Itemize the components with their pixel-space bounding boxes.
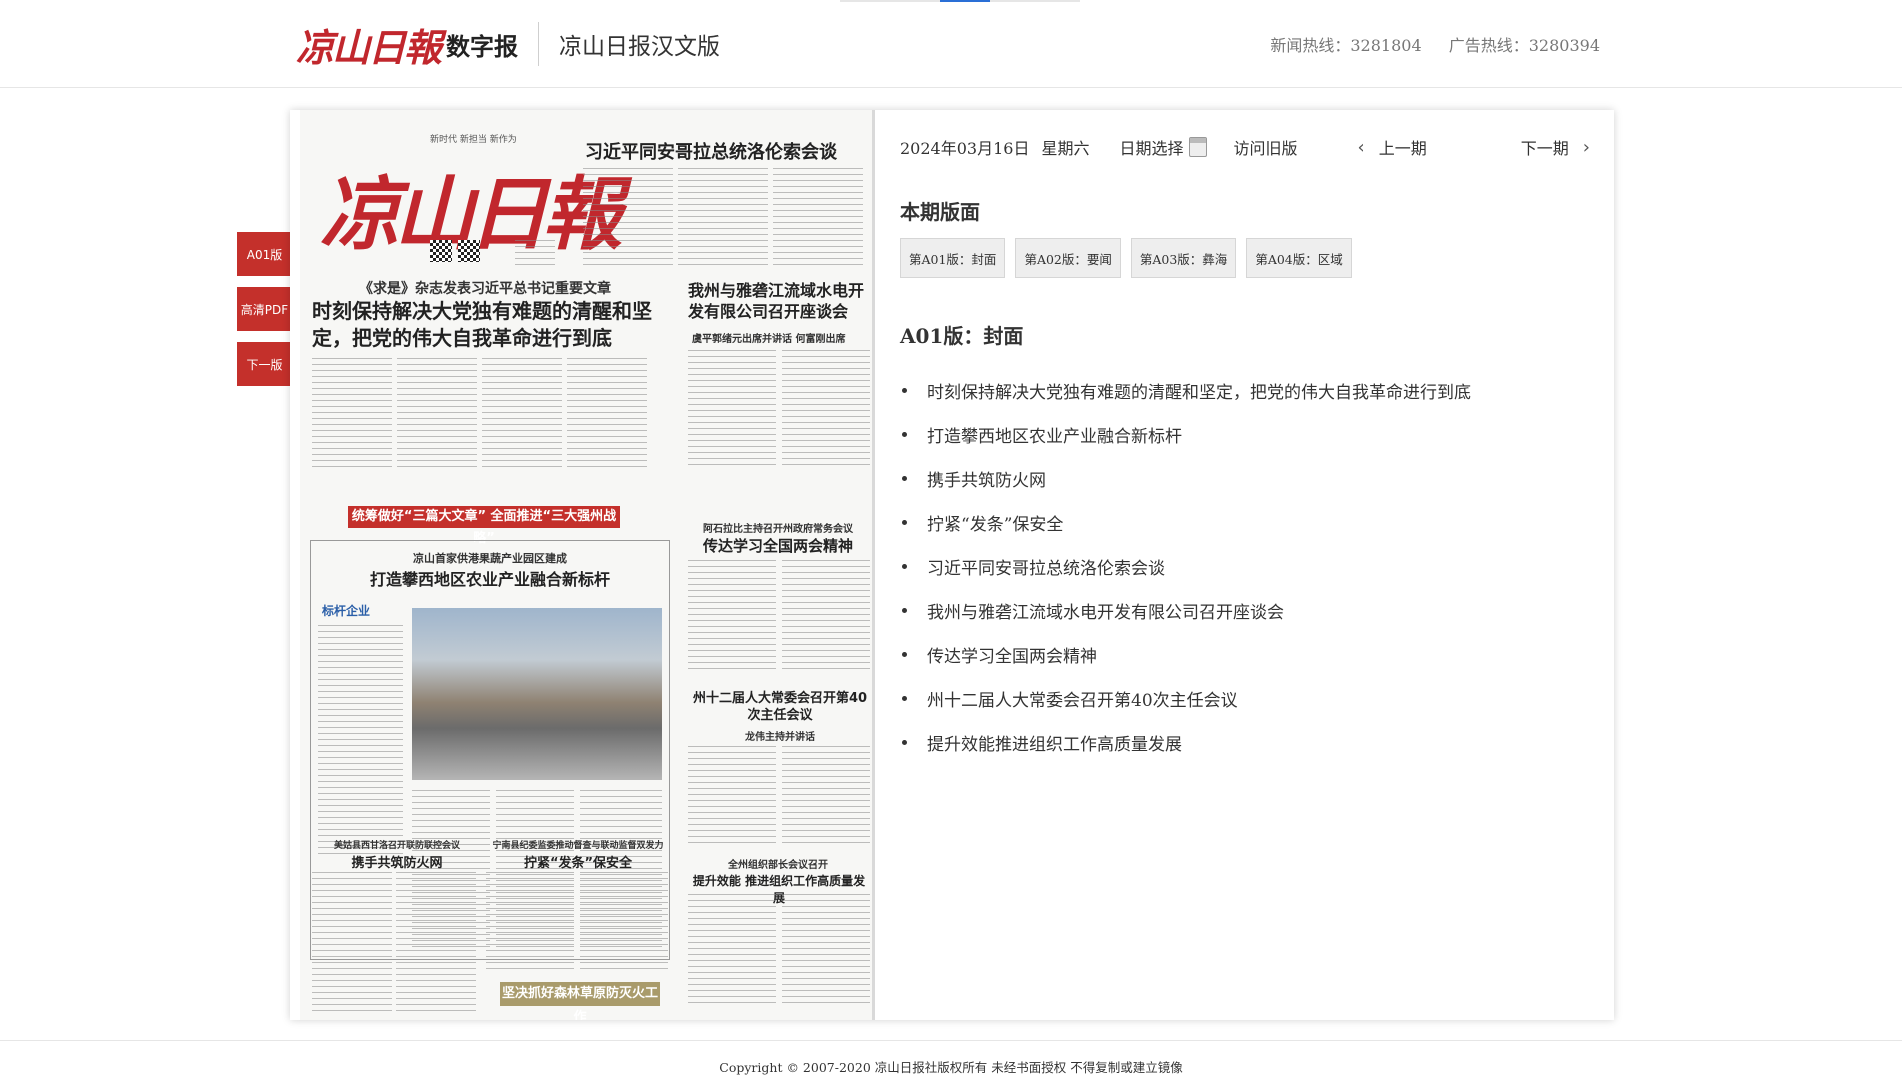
article-title: 提升效能推进组织工作高质量发展	[927, 734, 1182, 755]
article-link[interactable]: 我州与雅砻江流域水电开发有限公司召开座谈会	[900, 588, 1471, 632]
next-issue-link[interactable]: 下一期 ›	[1521, 135, 1590, 159]
np-headline-twosessions[interactable]: 传达学习全国两会精神	[688, 535, 868, 556]
prev-issue-label: 上一期	[1378, 139, 1427, 158]
article-link[interactable]: 传达学习全国两会精神	[900, 632, 1471, 676]
np-sub-right: 虞平郭绪元出席并讲话 何富刚出席	[692, 334, 846, 345]
brand-divider	[538, 22, 540, 66]
np-sub-congress: 龙伟主持并讲话	[745, 732, 815, 743]
np-kicker-industry: 凉山首家供港果蔬产业园区建成	[413, 552, 567, 565]
article-title: 州十二届人大常委会召开第40次主任会议	[927, 690, 1238, 711]
epaper-card: 新时代 新担当 新作为 凉山日報 习近平同安哥拉总统洛伦索会谈 《求是》杂志发表…	[290, 110, 1614, 1020]
tab-current-page[interactable]: A01版	[237, 232, 292, 276]
bullet-icon	[902, 563, 907, 569]
np-headline-right[interactable]: 我州与雅砻江流域水电开发有限公司召开座谈会	[688, 280, 870, 322]
page-list: 第A01版：封面 第A02版：要闻 第A03版：彝海 第A04版：区域	[900, 238, 1352, 278]
np-banner-fire: 坚决抓好森林草原防灭火工作	[500, 982, 660, 1020]
np-headline-top[interactable]: 习近平同安哥拉总统洛伦索会谈	[585, 138, 865, 164]
article-title: 拧紧“发条”保安全	[927, 514, 1064, 535]
page-button-a04[interactable]: 第A04版：区域	[1246, 238, 1352, 278]
np-headline-industry[interactable]: 打造攀西地区农业产业融合新标杆	[340, 566, 640, 590]
bullet-icon	[902, 739, 907, 745]
edition-title: 凉山日报汉文版	[559, 34, 721, 60]
next-issue-label: 下一期	[1520, 139, 1569, 158]
article-title: 携手共筑防火网	[927, 470, 1046, 491]
np-kicker-org: 全州组织部长会议召开	[728, 860, 828, 871]
np-kicker-fa: 宁南县纪委监委推动督查与联动监督双发力	[492, 841, 664, 851]
site-logo[interactable]: 凉山日報	[296, 17, 442, 72]
site-header: 凉山日報 数字报 凉山日报汉文版 新闻热线：3281804 广告热线：32803…	[0, 0, 1902, 88]
old-version-link[interactable]: 访问旧版	[1233, 135, 1297, 159]
np-kicker-main: 《求是》杂志发表习近平总书记重要文章	[359, 281, 611, 297]
bullet-icon	[902, 607, 907, 613]
article-link[interactable]: 提升效能推进组织工作高质量发展	[900, 720, 1471, 764]
date-picker-label: 日期选择	[1119, 139, 1184, 158]
info-panel: 2024年03月16日 星期六 日期选择 访问旧版 ‹ 上一期 下一期 › 本期…	[900, 110, 1600, 1020]
hotlines: 新闻热线：3281804 广告热线：3280394	[1270, 32, 1600, 56]
date-picker[interactable]: 日期选择	[1119, 135, 1208, 159]
np-kicker-twosessions: 阿石拉比主持召开州政府常务会议	[703, 524, 853, 535]
ad-hotline: 广告热线：3280394	[1448, 36, 1600, 55]
page-button-a01[interactable]: 第A01版：封面	[900, 238, 1006, 278]
current-page-title: A01版：封面	[900, 324, 1024, 348]
chevron-right-icon: ›	[1582, 136, 1590, 158]
sections-title: 本期版面	[900, 200, 980, 224]
np-label-enterprise: 标杆企业	[322, 604, 371, 618]
np-kicker-fire: 美姑县西甘洛召开联防联控会议	[333, 841, 460, 851]
article-title: 我州与雅砻江流域水电开发有限公司召开座谈会	[927, 602, 1284, 623]
article-link[interactable]: 时刻保持解决大党独有难题的清醒和坚定，把党的伟大自我革命进行到底	[900, 368, 1471, 412]
np-headline-fa[interactable]: 拧紧“发条”保安全	[486, 852, 670, 871]
bullet-icon	[902, 431, 907, 437]
bullet-icon	[902, 695, 907, 701]
page-button-a03[interactable]: 第A03版：彝海	[1130, 238, 1237, 278]
np-headline-main[interactable]: 时刻保持解决大党独有难题的清醒和坚定，把党的伟大自我革命进行到底	[312, 298, 662, 352]
article-title: 时刻保持解决大党独有难题的清醒和坚定，把党的伟大自我革命进行到底	[927, 382, 1471, 403]
issue-weekday: 星期六	[1041, 139, 1090, 158]
qr-code-icon	[458, 240, 480, 262]
article-title: 打造攀西地区农业产业融合新标杆	[927, 426, 1182, 447]
np-headline-fire[interactable]: 携手共筑防火网	[312, 852, 482, 871]
article-link[interactable]: 习近平同安哥拉总统洛伦索会谈	[900, 544, 1471, 588]
calendar-icon[interactable]	[1189, 137, 1208, 157]
article-list: 时刻保持解决大党独有难题的清醒和坚定，把党的伟大自我革命进行到底 打造攀西地区农…	[900, 368, 1471, 764]
tab-next-page[interactable]: 下一版	[237, 342, 292, 386]
tab-hd-pdf[interactable]: 高清PDF	[237, 287, 292, 331]
prev-issue-link[interactable]: ‹ 上一期	[1358, 135, 1427, 159]
site-footer: Copyright © 2007-2020 凉山日报社版权所有 未经书面授权 不…	[0, 1040, 1902, 1080]
article-title: 传达学习全国两会精神	[927, 646, 1097, 667]
brand[interactable]: 凉山日報 数字报 凉山日报汉文版	[296, 18, 720, 70]
article-link[interactable]: 打造攀西地区农业产业融合新标杆	[900, 412, 1471, 456]
article-title: 习近平同安哥拉总统洛伦索会谈	[927, 558, 1165, 579]
article-link[interactable]: 拧紧“发条”保安全	[900, 500, 1471, 544]
page-button-a02[interactable]: 第A02版：要闻	[1015, 238, 1121, 278]
bullet-icon	[902, 475, 907, 481]
digital-label: 数字报	[446, 32, 519, 61]
qr-code-icon	[430, 240, 452, 262]
np-red-banner: 统筹做好“三篇大文章” 全面推进“三大强州战略”	[348, 506, 620, 546]
issue-nav: 2024年03月16日 星期六 日期选择 访问旧版 ‹ 上一期 下一期 ›	[900, 132, 1590, 162]
article-link[interactable]: 州十二届人大常委会召开第40次主任会议	[900, 676, 1471, 720]
issue-date: 2024年03月16日	[900, 139, 1030, 158]
chevron-left-icon: ‹	[1357, 136, 1365, 158]
news-hotline: 新闻热线：3281804	[1270, 36, 1422, 55]
np-headline-congress[interactable]: 州十二届人大常委会召开第40次主任会议	[692, 690, 868, 724]
np-slogan: 新时代 新担当 新作为	[430, 135, 517, 145]
bullet-icon	[902, 519, 907, 525]
bullet-icon	[902, 387, 907, 393]
bullet-icon	[902, 651, 907, 657]
newspaper-page-image[interactable]: 新时代 新担当 新作为 凉山日報 习近平同安哥拉总统洛伦索会谈 《求是》杂志发表…	[300, 110, 875, 1020]
np-photo-industry	[412, 608, 662, 780]
article-link[interactable]: 携手共筑防火网	[900, 456, 1471, 500]
